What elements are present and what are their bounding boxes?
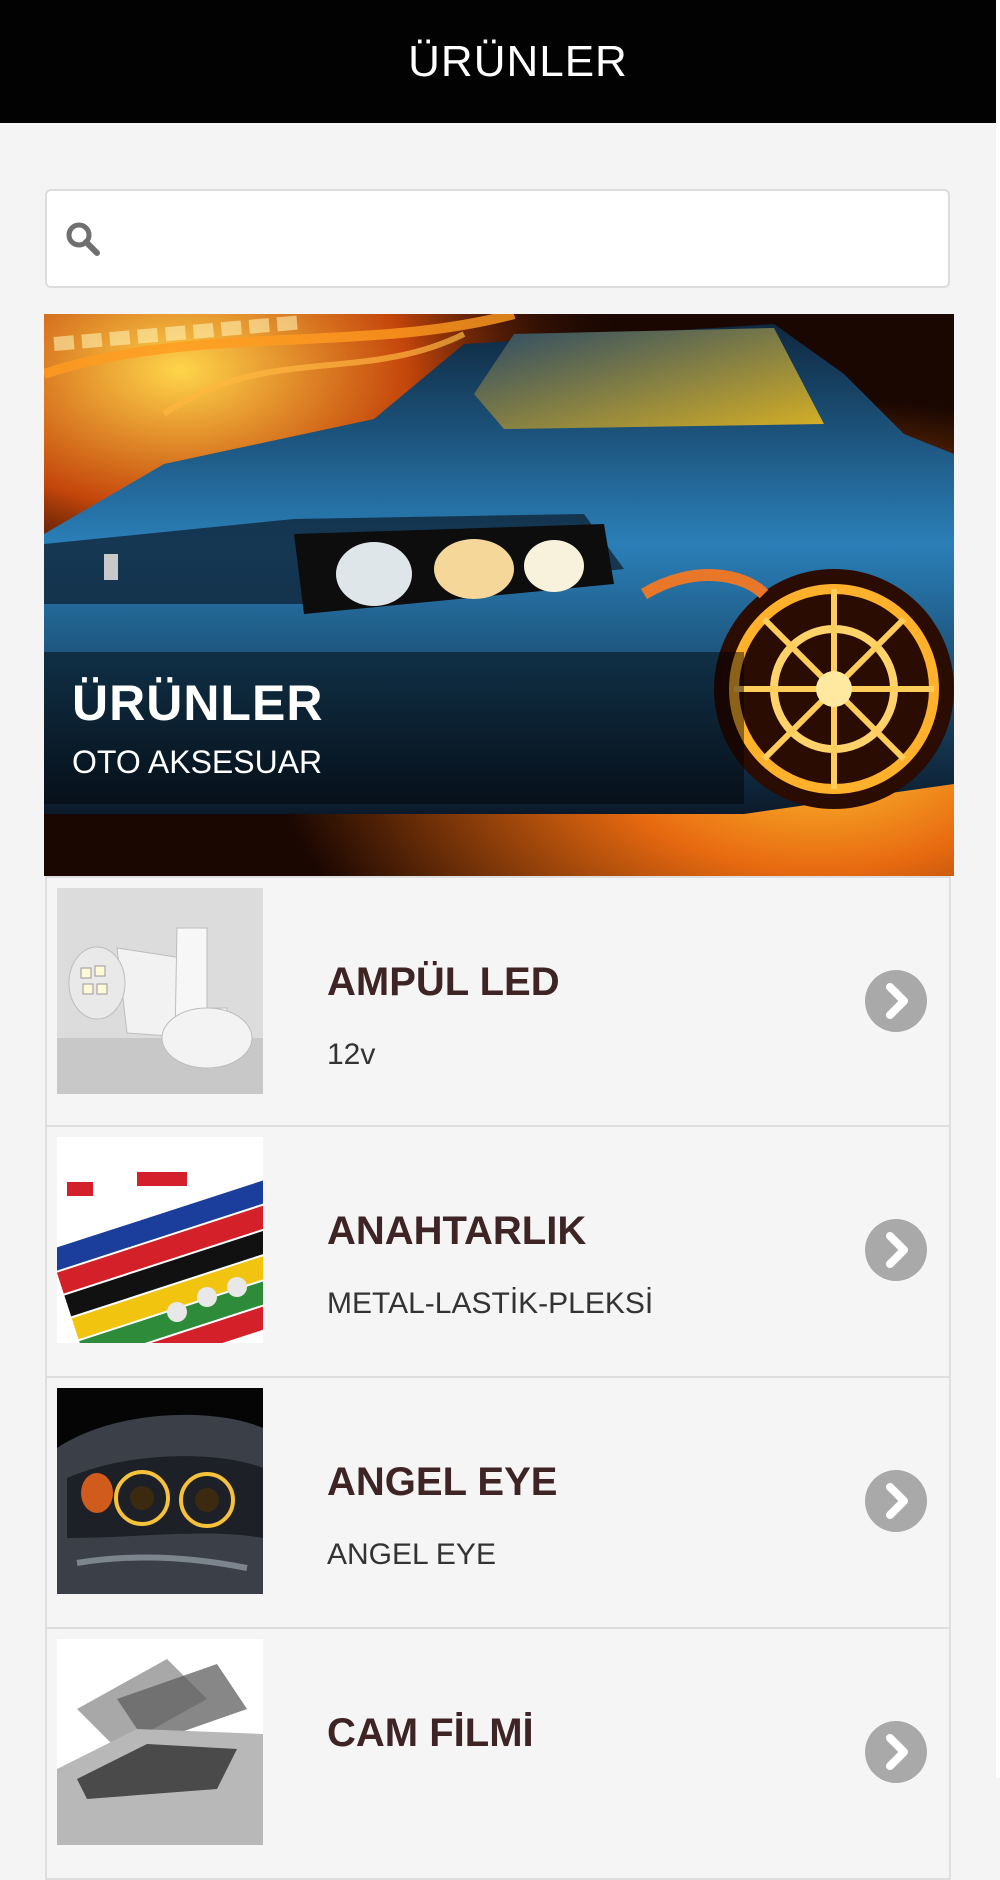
search-box[interactable] (45, 189, 950, 288)
hero-title: ÜRÜNLER (72, 675, 324, 731)
product-description: 12v (327, 1038, 376, 1071)
hero-banner[interactable]: ÜRÜNLER OTO AKSESUAR (44, 314, 954, 876)
chevron-right-icon[interactable] (865, 970, 927, 1032)
window-film-image (57, 1639, 263, 1845)
chevron-right-icon[interactable] (865, 1721, 927, 1783)
list-item[interactable]: CAM FİLMİ (45, 1629, 951, 1880)
product-list: AMPÜL LED 12v ANAHTARLIK METAL-LASTİK-PL… (45, 876, 951, 1880)
chevron-right-icon[interactable] (865, 1219, 927, 1281)
keychains-image (57, 1137, 263, 1343)
top-bar: ÜRÜNLER (0, 0, 996, 123)
product-name: CAM FİLMİ (327, 1711, 534, 1755)
list-item[interactable]: ANAHTARLIK METAL-LASTİK-PLEKSİ (45, 1127, 951, 1378)
search-input[interactable] (115, 207, 936, 270)
product-description: METAL-LASTİK-PLEKSİ (327, 1287, 654, 1320)
right-edge-strip (996, 0, 1000, 1778)
product-name: ANAHTARLIK (327, 1209, 587, 1253)
product-name: AMPÜL LED (327, 960, 560, 1004)
search-icon (66, 222, 100, 256)
led-bulb-image (57, 888, 263, 1094)
product-name: ANGEL EYE (327, 1460, 558, 1504)
list-item[interactable]: ANGEL EYE ANGEL EYE (45, 1378, 951, 1629)
product-description: ANGEL EYE (327, 1538, 496, 1571)
page-title: ÜRÜNLER (408, 36, 628, 86)
list-item[interactable]: AMPÜL LED 12v (45, 876, 951, 1127)
angel-eye-headlight-image (57, 1388, 263, 1594)
hero-subtitle: OTO AKSESUAR (72, 744, 323, 780)
chevron-right-icon[interactable] (865, 1470, 927, 1532)
